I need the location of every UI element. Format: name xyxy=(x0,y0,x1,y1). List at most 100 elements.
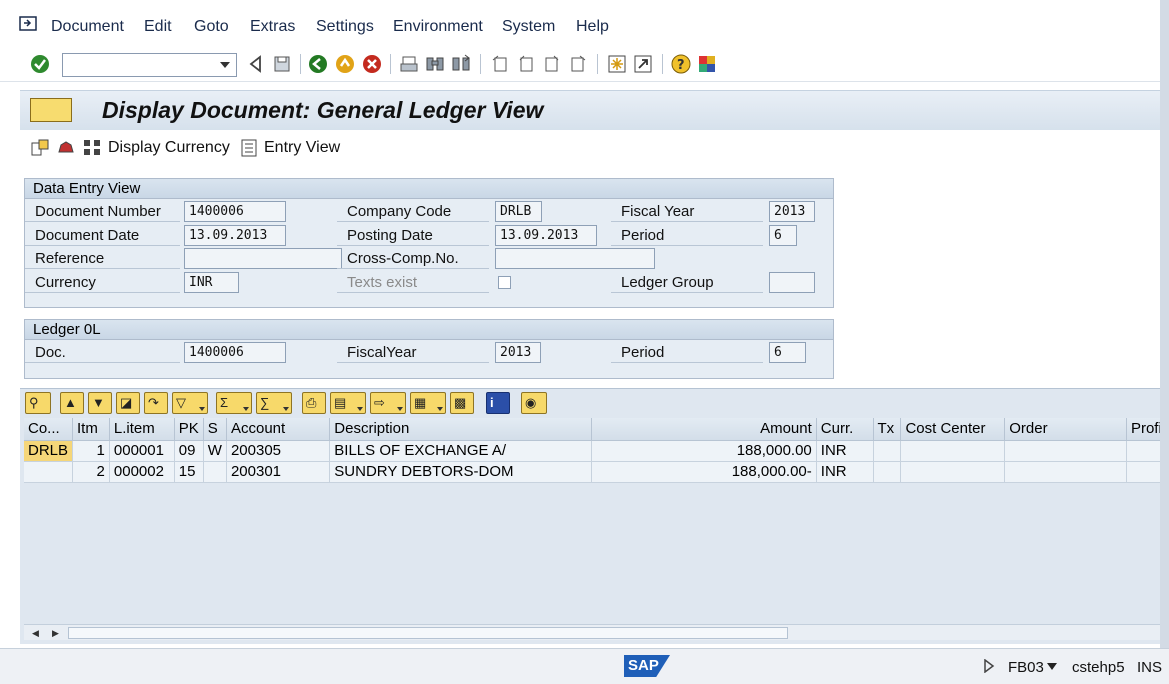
description-cell[interactable]: SUNDRY DEBTORS-DOM xyxy=(329,461,593,483)
layout-button[interactable]: ▦ xyxy=(410,392,446,414)
column-header[interactable]: S xyxy=(203,418,227,441)
scrollbar-thumb[interactable] xyxy=(68,627,788,639)
entry-view-button[interactable]: Entry View xyxy=(240,138,340,158)
cost-center-cell[interactable] xyxy=(900,461,1006,483)
item-cell[interactable]: 1 xyxy=(72,440,110,462)
details-button[interactable]: ⚲ xyxy=(25,392,51,414)
company-code-cell[interactable] xyxy=(24,461,74,483)
last-page-icon[interactable] xyxy=(568,54,588,74)
chevron-down-icon[interactable] xyxy=(283,407,289,411)
ledger-doc-field[interactable]: 1400006 xyxy=(184,342,286,363)
information-button[interactable]: i xyxy=(486,392,510,414)
posting-key-cell[interactable]: 09 xyxy=(174,440,204,462)
previous-page-icon[interactable] xyxy=(516,54,536,74)
document-number-field[interactable]: 1400006 xyxy=(184,201,286,222)
texts-exist-checkbox[interactable] xyxy=(498,276,511,289)
column-header[interactable]: Description xyxy=(329,418,593,441)
menu-help[interactable]: Help xyxy=(576,18,609,36)
command-field[interactable] xyxy=(62,53,237,77)
back-green-icon[interactable] xyxy=(308,54,328,74)
amount-cell[interactable]: 188,000.00- xyxy=(591,461,817,483)
exit-yellow-icon[interactable] xyxy=(335,54,355,74)
cost-center-cell[interactable] xyxy=(900,440,1006,462)
print-icon[interactable] xyxy=(399,54,419,74)
fiscal-year-field[interactable]: 2013 xyxy=(769,201,815,222)
menu-system[interactable]: System xyxy=(502,18,555,36)
document-overview-button[interactable] xyxy=(30,138,50,158)
next-page-icon[interactable] xyxy=(542,54,562,74)
order-cell[interactable] xyxy=(1004,440,1127,462)
graphic-button[interactable]: ▩ xyxy=(450,392,474,414)
posting-key-cell[interactable]: 15 xyxy=(174,461,204,483)
menu-document[interactable]: Document xyxy=(51,18,124,36)
tax-cell[interactable] xyxy=(873,461,902,483)
ledger-group-field[interactable] xyxy=(769,272,815,293)
column-header[interactable]: Tx xyxy=(873,418,902,441)
find-next-icon[interactable] xyxy=(451,54,471,74)
transaction-code[interactable]: FB03 xyxy=(1008,659,1044,676)
column-header[interactable]: PK xyxy=(174,418,204,441)
ledger-period-field[interactable]: 6 xyxy=(769,342,806,363)
system-menu-icon[interactable] xyxy=(18,14,40,34)
special-gl-cell[interactable]: W xyxy=(203,440,227,462)
period-field[interactable]: 6 xyxy=(769,225,797,246)
horizontal-scrollbar[interactable]: ◀ ▶ xyxy=(24,624,1169,640)
color-legend-button[interactable]: ◉ xyxy=(521,392,547,414)
total-button[interactable]: Σ xyxy=(216,392,252,414)
sort-ascending-button[interactable]: ▲ xyxy=(60,392,84,414)
account-cell[interactable]: 200305 xyxy=(226,440,331,462)
order-cell[interactable] xyxy=(1004,461,1127,483)
ledger-fiscal-year-field[interactable]: 2013 xyxy=(495,342,541,363)
scroll-right-icon[interactable]: ▶ xyxy=(52,628,59,639)
cancel-red-icon[interactable] xyxy=(362,54,382,74)
display-currency-button[interactable]: Display Currency xyxy=(82,138,230,158)
subtotal-button[interactable]: ∑ xyxy=(256,392,292,414)
chevron-down-icon[interactable] xyxy=(397,407,403,411)
line-item-cell[interactable]: 000001 xyxy=(109,440,175,462)
column-header[interactable]: Co... xyxy=(24,418,74,441)
column-header[interactable]: L.item xyxy=(109,418,175,441)
column-header[interactable]: Itm xyxy=(72,418,110,441)
currency-cell[interactable]: INR xyxy=(816,440,874,462)
views-button[interactable]: ▤ xyxy=(330,392,366,414)
menu-goto[interactable]: Goto xyxy=(194,18,229,36)
description-cell[interactable]: BILLS OF EXCHANGE A/ xyxy=(329,440,593,462)
chevron-down-icon[interactable] xyxy=(437,407,443,411)
status-expand-icon[interactable] xyxy=(983,659,995,673)
company-code-cell[interactable]: DRLB xyxy=(24,440,74,462)
filter-button[interactable]: ▽ xyxy=(172,392,208,414)
menu-edit[interactable]: Edit xyxy=(144,18,172,36)
column-header[interactable]: Amount xyxy=(591,418,817,441)
chevron-down-icon[interactable] xyxy=(220,62,230,68)
item-cell[interactable]: 2 xyxy=(72,461,110,483)
find-icon[interactable] xyxy=(425,54,445,74)
column-header[interactable]: Cost Center xyxy=(900,418,1006,441)
scroll-left-icon[interactable]: ◀ xyxy=(32,628,39,639)
chevron-down-icon[interactable] xyxy=(357,407,363,411)
first-page-icon[interactable] xyxy=(490,54,510,74)
chevron-down-icon[interactable] xyxy=(1047,663,1057,671)
chevron-down-icon[interactable] xyxy=(199,407,205,411)
help-icon[interactable]: ? xyxy=(671,54,691,74)
enter-checkmark-icon[interactable] xyxy=(30,54,50,74)
reference-field[interactable] xyxy=(184,248,342,269)
shortcut-icon[interactable] xyxy=(633,54,653,74)
back-triangle-icon[interactable] xyxy=(246,54,266,74)
column-header[interactable]: Order xyxy=(1004,418,1127,441)
display-header-button[interactable] xyxy=(56,138,76,158)
amount-cell[interactable]: 188,000.00 xyxy=(591,440,817,462)
menu-settings[interactable]: Settings xyxy=(316,18,374,36)
table-row[interactable]: DRLB 1 000001 09 W 200305 BILLS OF EXCHA… xyxy=(24,440,1169,462)
export-button[interactable]: ⇨ xyxy=(370,392,406,414)
line-item-cell[interactable]: 000002 xyxy=(109,461,175,483)
find-button[interactable]: ◪ xyxy=(116,392,140,414)
chevron-down-icon[interactable] xyxy=(243,407,249,411)
special-gl-cell[interactable] xyxy=(203,461,227,483)
insert-mode[interactable]: INS xyxy=(1137,659,1162,676)
company-code-field[interactable]: DRLB xyxy=(495,201,542,222)
sort-descending-button[interactable]: ▼ xyxy=(88,392,112,414)
posting-date-field[interactable]: 13.09.2013 xyxy=(495,225,597,246)
save-icon[interactable] xyxy=(272,54,292,74)
print-preview-button[interactable]: ⎙ xyxy=(302,392,326,414)
document-date-field[interactable]: 13.09.2013 xyxy=(184,225,286,246)
